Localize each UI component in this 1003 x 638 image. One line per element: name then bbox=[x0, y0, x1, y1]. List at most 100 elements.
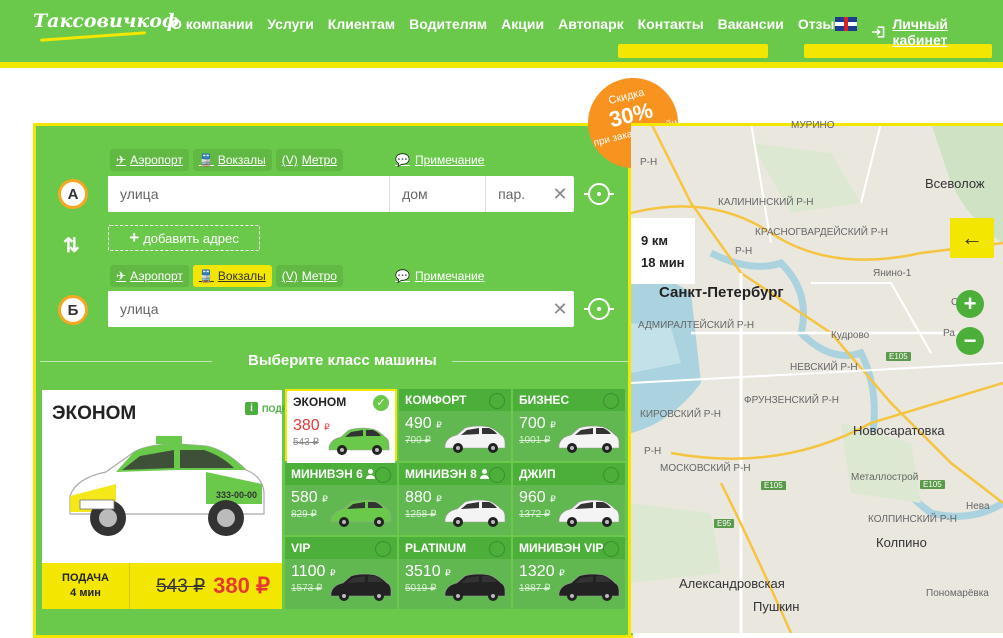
pickup-info: ПОДАЧА 4 мин bbox=[42, 563, 130, 609]
chip-station-b[interactable]: 🚆 Вокзалы bbox=[192, 265, 272, 287]
train-icon: 🚆 bbox=[198, 269, 214, 283]
metro-icon: (V) bbox=[281, 269, 298, 283]
add-address-button[interactable]: + добавить адрес bbox=[108, 225, 260, 251]
address-a-street-input[interactable] bbox=[108, 176, 390, 212]
class-card[interactable]: МИНИВЭН VIP 1320 ₽1887 ₽ bbox=[513, 537, 625, 609]
class-price: 490 ₽ bbox=[405, 415, 442, 432]
map-place-label: Новосаратовка bbox=[853, 423, 945, 438]
car-icon bbox=[444, 573, 506, 601]
collapse-map-button[interactable]: ← bbox=[950, 218, 994, 258]
map-place-label: МУРИНО bbox=[791, 120, 835, 131]
person-icon bbox=[479, 469, 489, 479]
header-stripe bbox=[0, 62, 1003, 68]
uk-flag-icon[interactable] bbox=[835, 17, 857, 31]
map-place-label: Нева bbox=[966, 501, 990, 512]
class-old-price: 543 ₽ bbox=[293, 437, 319, 448]
nav-services[interactable]: Услуги bbox=[267, 16, 314, 32]
header-cta-button-1[interactable] bbox=[618, 44, 768, 58]
class-card[interactable]: VIP 1100 ₽1573 ₽ bbox=[285, 537, 397, 609]
info-icon: i bbox=[245, 402, 258, 415]
class-name-text: БИЗНЕС bbox=[519, 393, 570, 407]
class-card[interactable]: МИНИВЭН 6 580 ₽ 829 ₽ bbox=[285, 463, 397, 535]
car-wheel bbox=[377, 520, 381, 524]
radio-icon[interactable] bbox=[603, 467, 619, 483]
class-old-price: 700 ₽ bbox=[405, 435, 431, 446]
nav-clients[interactable]: Клиентам bbox=[328, 16, 395, 32]
login-link[interactable]: Личный кабинет bbox=[871, 16, 1003, 48]
radio-icon[interactable] bbox=[489, 541, 505, 557]
zoom-out-button[interactable]: − bbox=[956, 327, 984, 355]
class-old-price: 1887 ₽ bbox=[519, 583, 551, 594]
chip-airport-label: Аэропорт bbox=[130, 269, 183, 283]
nav-promos[interactable]: Акции bbox=[501, 16, 544, 32]
class-card[interactable]: БИЗНЕС 700 ₽ 1001 ₽ bbox=[513, 389, 625, 461]
locate-a-icon[interactable] bbox=[584, 183, 614, 205]
radio-icon[interactable] bbox=[603, 541, 619, 557]
chip-airport-a[interactable]: ✈ Аэропорт bbox=[110, 149, 189, 171]
route-duration: 18 мин bbox=[641, 255, 685, 270]
car-wheel bbox=[491, 520, 495, 524]
class-name: VIP bbox=[291, 541, 310, 555]
address-a-house-input[interactable] bbox=[390, 176, 486, 212]
car-wheel bbox=[375, 448, 379, 452]
locate-b-icon[interactable] bbox=[584, 298, 614, 320]
class-card[interactable]: ЭКОНОМ ✓ 380 ₽543 ₽ bbox=[285, 389, 397, 463]
class-price: 700 ₽ bbox=[519, 415, 556, 432]
nav-contacts[interactable]: Контакты bbox=[638, 16, 704, 32]
zoom-in-button[interactable]: + bbox=[956, 290, 984, 318]
car-wheel bbox=[605, 594, 609, 598]
clear-b-icon[interactable]: ✕ bbox=[546, 291, 574, 327]
nav-fleet[interactable]: Автопарк bbox=[558, 16, 624, 32]
logo[interactable]: Таксовичкоф bbox=[33, 10, 179, 32]
map-place-label: КРАСНОГВАРДЕЙСКИЙ Р-Н bbox=[755, 227, 888, 238]
radio-icon[interactable] bbox=[375, 541, 391, 557]
minus-icon: − bbox=[963, 328, 977, 353]
note-link-b[interactable]: 💬 Примечание bbox=[395, 269, 484, 283]
map-place-label: Янино-1 bbox=[873, 268, 912, 279]
address-a-entrance-input[interactable] bbox=[486, 176, 547, 212]
class-card[interactable]: PLATINUM 3510 ₽5019 ₽ bbox=[399, 537, 511, 609]
divider-right bbox=[452, 361, 628, 362]
nav-drivers[interactable]: Водителям bbox=[409, 16, 487, 32]
car-wheel bbox=[456, 594, 460, 598]
class-name: КОМФОРТ bbox=[405, 393, 466, 407]
check-icon[interactable]: ✓ bbox=[373, 395, 389, 411]
swap-addresses-icon[interactable]: ⇅ bbox=[63, 233, 80, 258]
class-name: ЭКОНОМ bbox=[293, 395, 346, 409]
car-wheel bbox=[456, 446, 460, 450]
class-name-text: МИНИВЭН VIP bbox=[519, 541, 604, 555]
class-name-text: PLATINUM bbox=[405, 541, 467, 555]
chip-airport-b[interactable]: ✈ Аэропорт bbox=[110, 265, 189, 287]
selected-prices: 543 ₽ 380 ₽ bbox=[130, 563, 282, 609]
radio-icon[interactable] bbox=[375, 467, 391, 483]
nav-about[interactable]: О компании bbox=[171, 16, 253, 32]
radio-icon[interactable] bbox=[489, 393, 505, 409]
divider-left bbox=[40, 361, 212, 362]
map-place-label: Р-Н bbox=[640, 157, 658, 168]
note-link-a[interactable]: 💬 Примечание bbox=[395, 153, 484, 167]
class-name: БИЗНЕС bbox=[519, 393, 569, 407]
train-icon: 🚆 bbox=[198, 153, 214, 167]
class-old-price: 1258 ₽ bbox=[405, 509, 437, 520]
selected-new-price: 380 ₽ bbox=[213, 573, 270, 598]
car-icon bbox=[330, 573, 392, 601]
address-b-street-input[interactable] bbox=[108, 291, 546, 327]
class-name: МИНИВЭН 6 bbox=[291, 467, 375, 481]
radio-icon[interactable] bbox=[489, 467, 505, 483]
chip-metro-b[interactable]: (V) Метро bbox=[275, 265, 343, 287]
class-card[interactable]: ДЖИП 960 ₽ 1372 ₽ bbox=[513, 463, 625, 535]
route-map[interactable] bbox=[631, 123, 1003, 633]
car-wheel bbox=[570, 594, 574, 598]
selected-class-name: ЭКОНОМ bbox=[52, 403, 137, 424]
chip-station-a[interactable]: 🚆 Вокзалы bbox=[192, 149, 272, 171]
map-tiles bbox=[631, 123, 1003, 633]
class-card[interactable]: КОМФОРТ 490 ₽ 700 ₽ bbox=[399, 389, 511, 461]
add-address-label: добавить адрес bbox=[143, 230, 239, 246]
clear-a-icon[interactable]: ✕ bbox=[546, 176, 574, 212]
class-name: ДЖИП bbox=[519, 467, 556, 481]
radio-icon[interactable] bbox=[603, 393, 619, 409]
chip-airport-label: Аэропорт bbox=[130, 153, 183, 167]
chip-metro-a[interactable]: (V) Метро bbox=[275, 149, 343, 171]
nav-vacancies[interactable]: Вакансии bbox=[718, 16, 784, 32]
class-card[interactable]: МИНИВЭН 8 880 ₽ 1258 ₽ bbox=[399, 463, 511, 535]
